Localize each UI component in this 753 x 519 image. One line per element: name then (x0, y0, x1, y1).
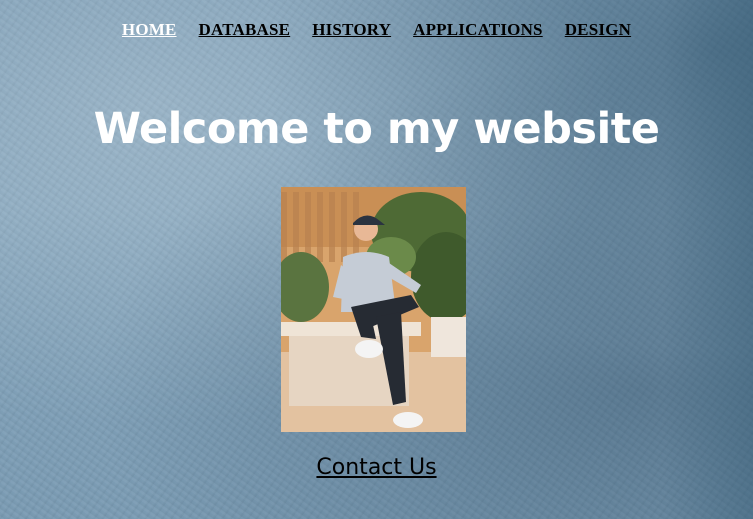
nav-item-database[interactable]: DATABASE (199, 20, 291, 40)
profile-photo (281, 187, 466, 432)
nav-item-design[interactable]: DESIGN (565, 20, 631, 40)
page-title: Welcome to my website (93, 104, 660, 154)
background-shade (663, 0, 753, 519)
nav-item-home[interactable]: HOME (122, 20, 177, 40)
contact-us-link[interactable]: Contact Us (316, 455, 436, 480)
main-nav: HOME DATABASE HISTORY APPLICATIONS DESIG… (0, 20, 753, 40)
contact-section: Contact Us (0, 455, 753, 480)
nav-item-history[interactable]: HISTORY (312, 20, 391, 40)
nav-item-applications[interactable]: APPLICATIONS (413, 20, 543, 40)
